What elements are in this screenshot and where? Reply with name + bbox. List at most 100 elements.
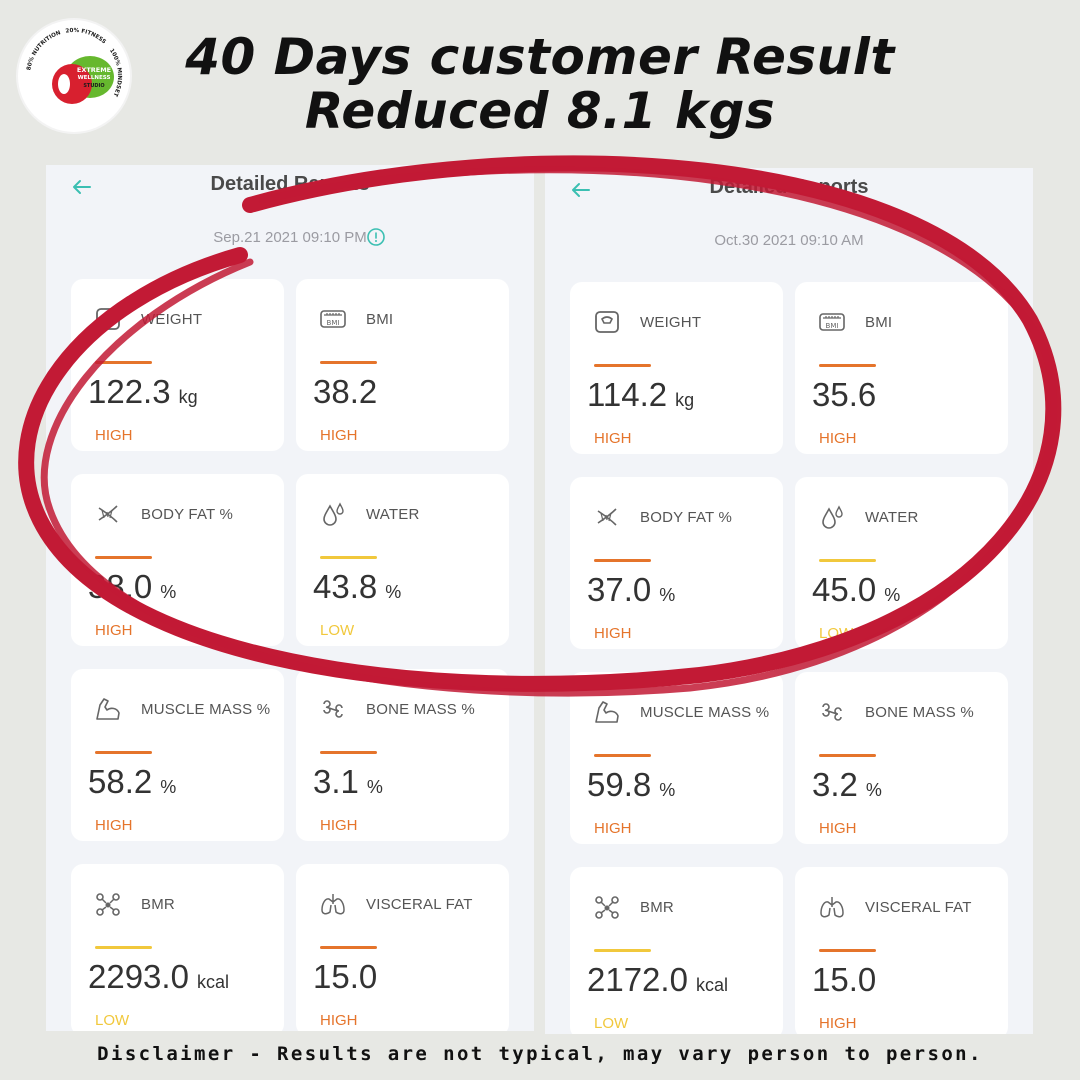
headline: 40 Days customer Result Reduced 8.1 kgs	[140, 30, 940, 138]
muscle-arm-icon	[96, 698, 120, 720]
headline-line2: Reduced 8.1 kgs	[304, 82, 776, 140]
metric-value: 114.2 kg	[587, 376, 694, 414]
status-bar	[819, 364, 876, 367]
metric-card-water[interactable]: WATER 45.0% LOW	[795, 477, 1008, 649]
status-bar	[819, 949, 876, 952]
metric-unit: %	[659, 780, 676, 800]
metric-label: VISCERAL FAT	[865, 899, 972, 916]
metric-value: 2293.0 kcal	[88, 958, 229, 996]
metric-number: 38.2	[313, 373, 378, 410]
metric-number: 37.0	[587, 571, 652, 608]
metric-number: 59.8	[587, 766, 652, 803]
metric-card-bmr[interactable]: BMR 2293.0 kcal LOW	[71, 864, 284, 1031]
report-datetime: Oct.30 2021 09:10 AM	[714, 232, 864, 249]
molecule-icon	[96, 893, 120, 916]
metric-card-weight[interactable]: WEIGHT 122.3 kg HIGH	[71, 279, 284, 451]
metric-card-water[interactable]: WATER 43.8% LOW	[296, 474, 509, 646]
status-label: HIGH	[819, 430, 857, 447]
svg-text:BMI: BMI	[826, 322, 839, 330]
metric-number: 2293.0	[88, 958, 189, 995]
metric-card-weight[interactable]: WEIGHT 114.2 kg HIGH	[570, 282, 783, 454]
metric-number: 45.0	[812, 571, 877, 608]
logo-ring-top: 20% FITNESS	[65, 28, 107, 46]
status-bar	[320, 361, 377, 364]
water-drop-icon	[323, 502, 344, 526]
metric-label: WEIGHT	[141, 311, 203, 328]
metric-value: 35.6	[812, 376, 876, 414]
metric-unit: kcal	[196, 972, 229, 992]
metric-unit: kg	[675, 390, 695, 410]
svg-text:BMI: BMI	[327, 319, 340, 327]
status-label: HIGH	[95, 427, 133, 444]
logo-line1: EXTREME	[76, 66, 112, 74]
metric-label: BMR	[141, 896, 175, 913]
status-bar	[594, 754, 651, 757]
metric-value: 58.2%	[88, 763, 176, 801]
body-fat-icon	[597, 508, 617, 526]
info-icon[interactable]	[366, 227, 386, 247]
metric-label: BODY FAT %	[640, 509, 733, 526]
metric-card-bmi[interactable]: BMI BMI 38.2 HIGH	[296, 279, 509, 451]
status-label: HIGH	[594, 430, 632, 447]
metric-label: WATER	[865, 509, 919, 526]
report-screen-after: Detailed Reports Oct.30 2021 09:10 AM WE…	[545, 168, 1033, 1034]
metric-card-visceral-fat[interactable]: VISCERAL FAT 15.0 HIGH	[795, 867, 1008, 1034]
metric-card-visceral-fat[interactable]: VISCERAL FAT 15.0 HIGH	[296, 864, 509, 1031]
metric-value: 122.3 kg	[88, 373, 198, 411]
metric-card-bmr[interactable]: BMR 2172.0 kcal LOW	[570, 867, 783, 1034]
metric-value: 15.0	[313, 958, 377, 996]
metric-card-muscle-mass[interactable]: MUSCLE MASS % 59.8% HIGH	[570, 672, 783, 844]
scale-icon	[96, 308, 120, 330]
metric-unit: kg	[178, 387, 198, 407]
metric-unit: %	[865, 780, 882, 800]
logo-ring-left: 80% NUTRITION	[26, 30, 62, 71]
metric-label: VISCERAL FAT	[366, 896, 473, 913]
status-bar	[320, 556, 377, 559]
metric-number: 122.3	[88, 373, 171, 410]
status-label: LOW	[95, 1012, 130, 1029]
metric-number: 3.1	[313, 763, 359, 800]
molecule-icon	[595, 896, 619, 919]
status-label: HIGH	[95, 622, 133, 639]
metric-unit: %	[884, 585, 901, 605]
metric-value: 45.0%	[812, 571, 900, 609]
status-bar	[95, 751, 152, 754]
metric-value: 3.2%	[812, 766, 882, 804]
metric-value: 38.0%	[88, 568, 176, 606]
report-datetime: Sep.21 2021 09:10 PM	[213, 229, 367, 246]
status-bar	[594, 559, 651, 562]
metric-number: 43.8	[313, 568, 378, 605]
metric-card-bone-mass[interactable]: BONE MASS % 3.1% HIGH	[296, 669, 509, 841]
metric-label: BONE MASS %	[865, 704, 974, 721]
bmi-icon: BMI	[819, 313, 845, 331]
status-label: HIGH	[320, 817, 358, 834]
metric-card-bone-mass[interactable]: BONE MASS % 3.2% HIGH	[795, 672, 1008, 844]
metric-card-bmi[interactable]: BMI BMI 35.6 HIGH	[795, 282, 1008, 454]
metric-label: WEIGHT	[640, 314, 702, 331]
bone-icon	[323, 700, 343, 718]
metric-value: 3.1%	[313, 763, 383, 801]
metric-value: 2172.0 kcal	[587, 961, 728, 999]
status-bar	[95, 946, 152, 949]
status-label: HIGH	[594, 820, 632, 837]
metric-card-muscle-mass[interactable]: MUSCLE MASS % 58.2% HIGH	[71, 669, 284, 841]
metric-number: 2172.0	[587, 961, 688, 998]
headline-line1: 40 Days customer Result	[185, 28, 895, 86]
metric-label: BODY FAT %	[141, 506, 234, 523]
logo-apple-cut	[58, 74, 70, 94]
status-bar	[320, 946, 377, 949]
metric-number: 15.0	[313, 958, 378, 995]
metric-label: BMR	[640, 899, 674, 916]
metric-unit: %	[366, 777, 383, 797]
metric-number: 114.2	[587, 376, 668, 413]
metric-card-body-fat[interactable]: BODY FAT % 37.0% HIGH	[570, 477, 783, 649]
bmi-icon: BMI	[320, 310, 346, 328]
logo-wordmark: EXTREME WELLNESS STUDIO	[70, 66, 118, 90]
muscle-arm-icon	[595, 701, 619, 723]
metric-unit: %	[659, 585, 676, 605]
status-label: HIGH	[594, 625, 632, 642]
metric-card-body-fat[interactable]: BODY FAT % 38.0% HIGH	[71, 474, 284, 646]
metric-value: 37.0%	[587, 571, 675, 609]
status-bar	[819, 754, 876, 757]
bone-icon	[822, 703, 842, 721]
